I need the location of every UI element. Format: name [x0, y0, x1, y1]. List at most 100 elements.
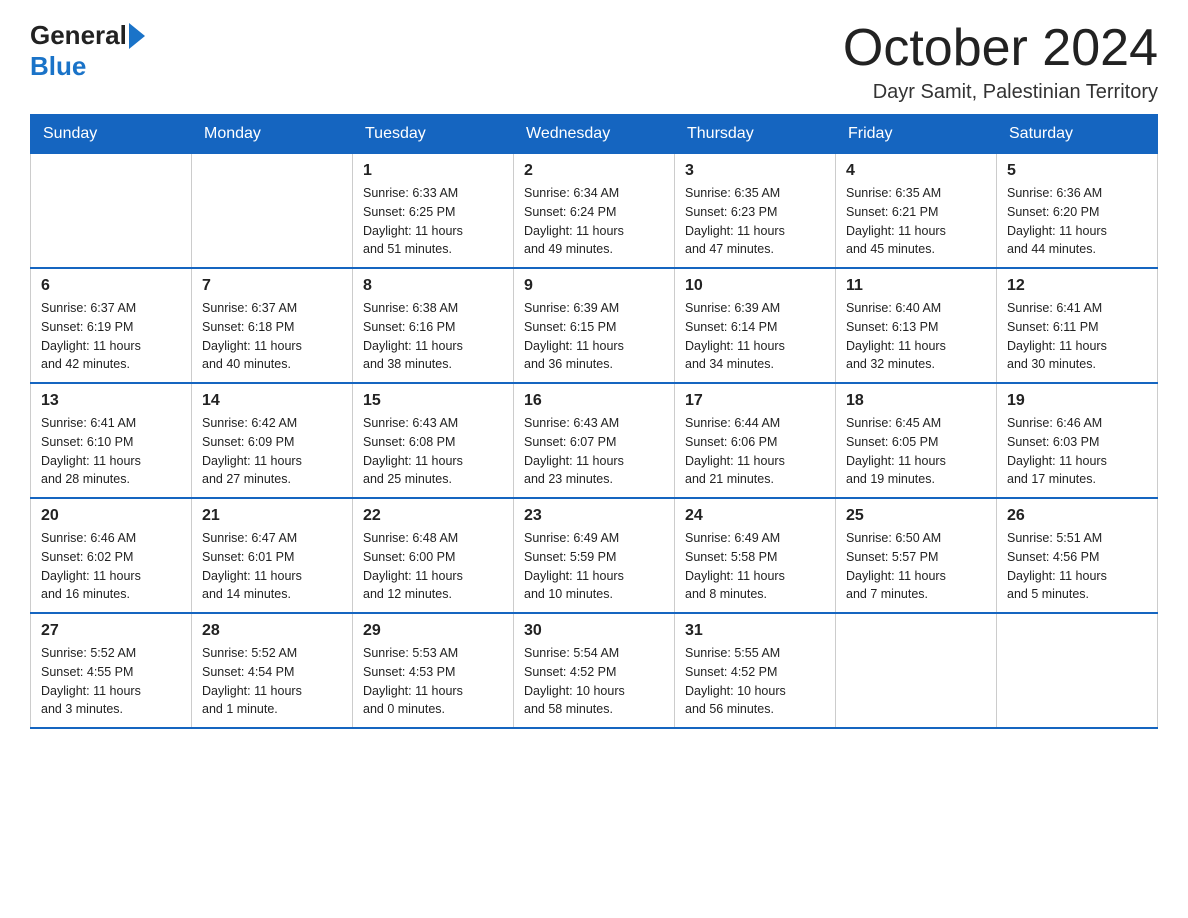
page-header: General Blue October 2024 Dayr Samit, Pa… [30, 20, 1158, 104]
day-number: 4 [846, 162, 986, 180]
day-info: Sunrise: 6:36 AM Sunset: 6:20 PM Dayligh… [1007, 184, 1147, 259]
day-info: Sunrise: 6:50 AM Sunset: 5:57 PM Dayligh… [846, 529, 986, 604]
day-info: Sunrise: 6:44 AM Sunset: 6:06 PM Dayligh… [685, 414, 825, 489]
day-info: Sunrise: 6:43 AM Sunset: 6:08 PM Dayligh… [363, 414, 503, 489]
calendar-cell: 17 Sunrise: 6:44 AM Sunset: 6:06 PM Dayli… [675, 383, 836, 498]
day-number: 2 [524, 162, 664, 180]
day-info: Sunrise: 6:35 AM Sunset: 6:23 PM Dayligh… [685, 184, 825, 259]
day-number: 5 [1007, 162, 1147, 180]
day-number: 20 [41, 507, 181, 525]
day-info: Sunrise: 6:37 AM Sunset: 6:19 PM Dayligh… [41, 299, 181, 374]
calendar-cell [997, 613, 1158, 728]
day-info: Sunrise: 6:43 AM Sunset: 6:07 PM Dayligh… [524, 414, 664, 489]
location-title: Dayr Samit, Palestinian Territory [843, 81, 1158, 104]
day-info: Sunrise: 6:39 AM Sunset: 6:14 PM Dayligh… [685, 299, 825, 374]
day-number: 10 [685, 277, 825, 295]
calendar-cell: 18Sunrise: 6:45 AM Sunset: 6:05 PM Dayli… [836, 383, 997, 498]
day-number: 8 [363, 277, 503, 295]
day-info: Sunrise: 6:49 AM Sunset: 5:58 PM Dayligh… [685, 529, 825, 604]
calendar-table: SundayMondayTuesdayWednesdayThursdayFrid… [30, 114, 1158, 729]
calendar-cell: 15 Sunrise: 6:43 AM Sunset: 6:08 PM Dayli… [353, 383, 514, 498]
calendar-cell: 14Sunrise: 6:42 AM Sunset: 6:09 PM Dayli… [192, 383, 353, 498]
day-info: Sunrise: 5:52 AM Sunset: 4:54 PM Dayligh… [202, 644, 342, 719]
calendar-cell: 8 Sunrise: 6:38 AM Sunset: 6:16 PM Daylig… [353, 268, 514, 383]
day-number: 6 [41, 277, 181, 295]
day-number: 9 [524, 277, 664, 295]
calendar-cell [31, 154, 192, 269]
day-info: Sunrise: 6:49 AM Sunset: 5:59 PM Dayligh… [524, 529, 664, 604]
day-number: 17 [685, 392, 825, 410]
calendar-header-tuesday: Tuesday [353, 115, 514, 154]
day-info: Sunrise: 5:52 AM Sunset: 4:55 PM Dayligh… [41, 644, 181, 719]
calendar-week-row: 13Sunrise: 6:41 AM Sunset: 6:10 PM Dayli… [31, 383, 1158, 498]
calendar-cell: 10 Sunrise: 6:39 AM Sunset: 6:14 PM Dayli… [675, 268, 836, 383]
calendar-header-sunday: Sunday [31, 115, 192, 154]
calendar-header-thursday: Thursday [675, 115, 836, 154]
calendar-header-friday: Friday [836, 115, 997, 154]
day-number: 27 [41, 622, 181, 640]
day-number: 15 [363, 392, 503, 410]
day-number: 26 [1007, 507, 1147, 525]
calendar-cell: 21Sunrise: 6:47 AM Sunset: 6:01 PM Dayli… [192, 498, 353, 613]
day-number: 28 [202, 622, 342, 640]
day-info: Sunrise: 5:54 AM Sunset: 4:52 PM Dayligh… [524, 644, 664, 719]
title-section: October 2024 Dayr Samit, Palestinian Ter… [843, 20, 1158, 104]
calendar-week-row: 20 Sunrise: 6:46 AM Sunset: 6:02 PM Dayli… [31, 498, 1158, 613]
day-number: 22 [363, 507, 503, 525]
logo-blue-text: Blue [30, 51, 86, 81]
logo: General Blue [30, 20, 145, 82]
day-info: Sunrise: 6:42 AM Sunset: 6:09 PM Dayligh… [202, 414, 342, 489]
month-title: October 2024 [843, 20, 1158, 77]
day-info: Sunrise: 6:34 AM Sunset: 6:24 PM Dayligh… [524, 184, 664, 259]
logo-general-text: General [30, 20, 127, 51]
calendar-cell: 3Sunrise: 6:35 AM Sunset: 6:23 PM Daylig… [675, 154, 836, 269]
day-number: 7 [202, 277, 342, 295]
calendar-cell: 31Sunrise: 5:55 AM Sunset: 4:52 PM Dayli… [675, 613, 836, 728]
calendar-cell [192, 154, 353, 269]
day-info: Sunrise: 6:33 AM Sunset: 6:25 PM Dayligh… [363, 184, 503, 259]
calendar-cell: 30 Sunrise: 5:54 AM Sunset: 4:52 PM Dayli… [514, 613, 675, 728]
day-info: Sunrise: 6:38 AM Sunset: 6:16 PM Dayligh… [363, 299, 503, 374]
calendar-cell: 25 Sunrise: 6:50 AM Sunset: 5:57 PM Dayli… [836, 498, 997, 613]
day-number: 21 [202, 507, 342, 525]
day-number: 19 [1007, 392, 1147, 410]
calendar-cell: 4 Sunrise: 6:35 AM Sunset: 6:21 PM Daylig… [836, 154, 997, 269]
day-number: 1 [363, 162, 503, 180]
calendar-cell: 19 Sunrise: 6:46 AM Sunset: 6:03 PM Dayli… [997, 383, 1158, 498]
day-info: Sunrise: 6:37 AM Sunset: 6:18 PM Dayligh… [202, 299, 342, 374]
calendar-cell: 26 Sunrise: 5:51 AM Sunset: 4:56 PM Dayli… [997, 498, 1158, 613]
calendar-header-saturday: Saturday [997, 115, 1158, 154]
calendar-cell: 22 Sunrise: 6:48 AM Sunset: 6:00 PM Dayli… [353, 498, 514, 613]
day-info: Sunrise: 6:46 AM Sunset: 6:02 PM Dayligh… [41, 529, 181, 604]
calendar-week-row: 1 Sunrise: 6:33 AM Sunset: 6:25 PM Daylig… [31, 154, 1158, 269]
day-number: 31 [685, 622, 825, 640]
day-number: 29 [363, 622, 503, 640]
calendar-cell: 5 Sunrise: 6:36 AM Sunset: 6:20 PM Daylig… [997, 154, 1158, 269]
day-info: Sunrise: 6:40 AM Sunset: 6:13 PM Dayligh… [846, 299, 986, 374]
calendar-cell: 24 Sunrise: 6:49 AM Sunset: 5:58 PM Dayli… [675, 498, 836, 613]
day-info: Sunrise: 5:51 AM Sunset: 4:56 PM Dayligh… [1007, 529, 1147, 604]
day-number: 12 [1007, 277, 1147, 295]
day-info: Sunrise: 5:53 AM Sunset: 4:53 PM Dayligh… [363, 644, 503, 719]
calendar-cell: 13Sunrise: 6:41 AM Sunset: 6:10 PM Dayli… [31, 383, 192, 498]
day-number: 23 [524, 507, 664, 525]
day-number: 16 [524, 392, 664, 410]
calendar-cell: 6 Sunrise: 6:37 AM Sunset: 6:19 PM Daylig… [31, 268, 192, 383]
day-info: Sunrise: 6:41 AM Sunset: 6:10 PM Dayligh… [41, 414, 181, 489]
day-number: 25 [846, 507, 986, 525]
calendar-week-row: 27 Sunrise: 5:52 AM Sunset: 4:55 PM Dayli… [31, 613, 1158, 728]
day-number: 24 [685, 507, 825, 525]
day-info: Sunrise: 6:45 AM Sunset: 6:05 PM Dayligh… [846, 414, 986, 489]
day-info: Sunrise: 6:35 AM Sunset: 6:21 PM Dayligh… [846, 184, 986, 259]
calendar-cell: 12 Sunrise: 6:41 AM Sunset: 6:11 PM Dayli… [997, 268, 1158, 383]
calendar-cell: 23 Sunrise: 6:49 AM Sunset: 5:59 PM Dayli… [514, 498, 675, 613]
calendar-cell: 9Sunrise: 6:39 AM Sunset: 6:15 PM Daylig… [514, 268, 675, 383]
calendar-cell: 1 Sunrise: 6:33 AM Sunset: 6:25 PM Daylig… [353, 154, 514, 269]
calendar-cell: 11Sunrise: 6:40 AM Sunset: 6:13 PM Dayli… [836, 268, 997, 383]
calendar-week-row: 6 Sunrise: 6:37 AM Sunset: 6:19 PM Daylig… [31, 268, 1158, 383]
day-info: Sunrise: 6:48 AM Sunset: 6:00 PM Dayligh… [363, 529, 503, 604]
day-info: Sunrise: 6:41 AM Sunset: 6:11 PM Dayligh… [1007, 299, 1147, 374]
calendar-cell: 27 Sunrise: 5:52 AM Sunset: 4:55 PM Dayli… [31, 613, 192, 728]
day-info: Sunrise: 6:46 AM Sunset: 6:03 PM Dayligh… [1007, 414, 1147, 489]
day-number: 30 [524, 622, 664, 640]
